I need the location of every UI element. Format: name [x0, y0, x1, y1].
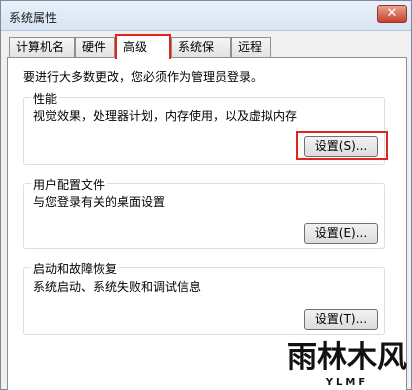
- performance-group-title: 性能: [31, 90, 60, 107]
- user-profiles-description: 与您登录有关的桌面设置: [33, 195, 166, 209]
- tab-system-protection[interactable]: 系统保护: [171, 37, 231, 73]
- performance-settings-button[interactable]: 设置(S)...: [304, 136, 378, 157]
- title-bar[interactable]: 系统属性 ✕: [1, 1, 411, 31]
- tab-computer-name[interactable]: 计算机名: [9, 37, 75, 58]
- watermark-sub-text: YLMF: [325, 377, 368, 388]
- tab-hardware[interactable]: 硬件: [75, 37, 115, 58]
- tab-advanced[interactable]: 高级: [115, 34, 171, 59]
- tab-remote[interactable]: 远程: [231, 37, 271, 58]
- close-icon: ✕: [386, 6, 398, 21]
- performance-description: 视觉效果，处理器计划，内存使用，以及虚拟内存: [33, 109, 298, 123]
- admin-notice: 要进行大多数更改，您必须作为管理员登录。: [23, 70, 264, 84]
- watermark-main-text: 雨林木风: [287, 340, 407, 375]
- startup-recovery-settings-button[interactable]: 设置(T)...: [304, 309, 378, 330]
- tab-strip: 计算机名 硬件 高级 系统保护 远程: [7, 34, 407, 73]
- startup-recovery-group-title: 启动和故障恢复: [31, 260, 120, 277]
- user-profiles-settings-button[interactable]: 设置(E)...: [304, 223, 378, 244]
- ylmf-watermark-logo: 雨林木风 YLMF: [287, 340, 407, 388]
- system-properties-window: 系统属性 ✕ 计算机名 硬件 高级 系统保护 远程 要进行大多数更改，您必须作为…: [0, 0, 412, 390]
- close-button[interactable]: ✕: [377, 5, 407, 23]
- window-title: 系统属性: [9, 11, 58, 25]
- user-profiles-group-title: 用户配置文件: [31, 176, 108, 193]
- startup-recovery-description: 系统启动、系统失败和调试信息: [33, 280, 202, 294]
